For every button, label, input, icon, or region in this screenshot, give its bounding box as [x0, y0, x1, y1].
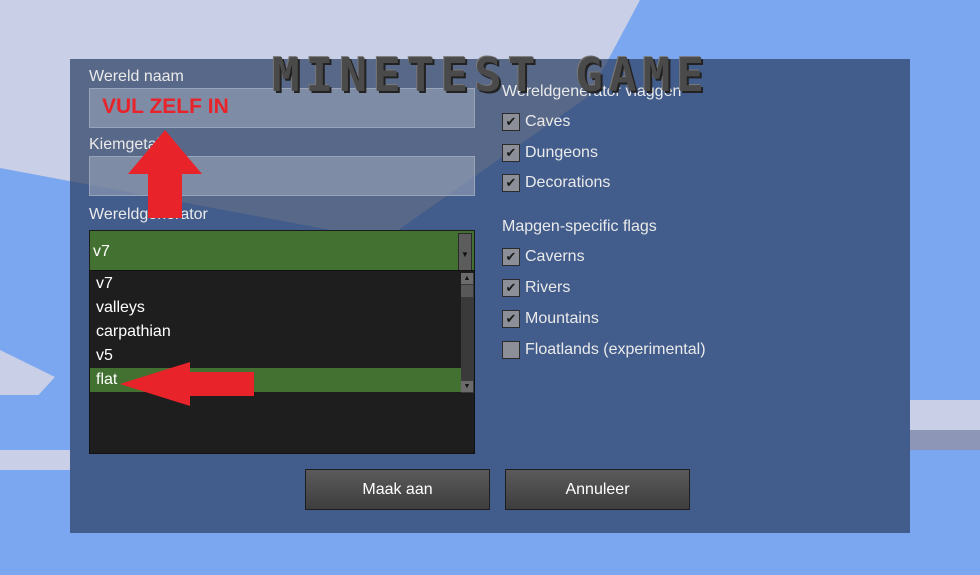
annotation-arrow-left-icon — [120, 362, 254, 406]
checkbox-label: Decorations — [525, 174, 611, 191]
check-icon: ✔ — [502, 248, 520, 266]
mapgen-specific-heading: Mapgen-specific flags — [502, 218, 657, 235]
list-item-label: v7 — [96, 275, 113, 292]
annotation-arrow-up-icon — [128, 130, 202, 218]
checkbox-label: Rivers — [525, 279, 571, 296]
world-name-value: VUL ZELF IN — [102, 95, 229, 118]
check-icon: ✔ — [502, 144, 520, 162]
scroll-down-icon[interactable]: ▼ — [461, 381, 473, 392]
checkbox-label: Caves — [525, 113, 571, 130]
dropdown-button[interactable]: ▼ — [458, 233, 472, 272]
checkbox-label: Dungeons — [525, 144, 598, 161]
list-scrollbar[interactable]: ▲ ▼ — [461, 273, 474, 393]
scroll-up-icon[interactable]: ▲ — [461, 273, 473, 284]
scroll-thumb[interactable] — [461, 285, 473, 297]
check-icon: ✔ — [502, 279, 520, 297]
cloud — [910, 400, 980, 430]
checkbox-empty — [502, 341, 520, 359]
list-item[interactable]: valleys — [90, 296, 462, 320]
list-item-label: valleys — [96, 299, 145, 316]
checkbox-label: Caverns — [525, 248, 585, 265]
checkbox-label: Floatlands (experimental) — [525, 341, 706, 358]
list-item-label: carpathian — [96, 323, 171, 340]
cloud — [0, 533, 980, 575]
list-item[interactable]: v7 — [90, 272, 462, 296]
mapgen-selected-value: v7 — [93, 243, 110, 260]
game-title: MINETEST GAME — [271, 50, 711, 100]
checkbox-label: Mountains — [525, 310, 599, 327]
list-item-label: flat — [96, 371, 118, 388]
check-icon: ✔ — [502, 174, 520, 192]
create-button[interactable]: Maak aan — [305, 469, 490, 510]
cloud — [0, 350, 55, 395]
cancel-button[interactable]: Annuleer — [505, 469, 690, 510]
list-item-label: v5 — [96, 347, 113, 364]
list-item[interactable]: carpathian — [90, 320, 462, 344]
check-icon: ✔ — [502, 113, 520, 131]
mapgen-dropdown[interactable]: v7 ▼ — [89, 230, 475, 273]
world-name-label: Wereld naam — [89, 68, 184, 85]
cloud — [910, 430, 980, 450]
cloud — [0, 450, 70, 470]
chevron-down-icon: ▼ — [461, 250, 469, 259]
check-icon: ✔ — [502, 310, 520, 328]
